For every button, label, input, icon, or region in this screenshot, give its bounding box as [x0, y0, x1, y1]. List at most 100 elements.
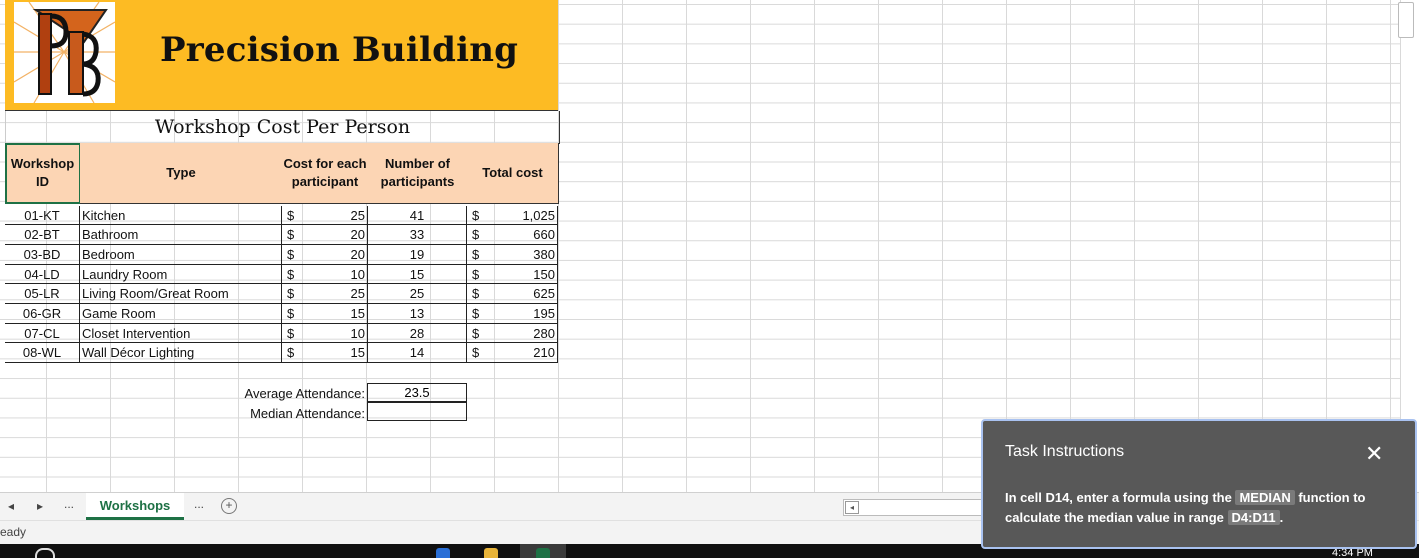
currency-symbol: $ — [472, 345, 480, 361]
cell-type[interactable]: Laundry Room — [80, 264, 282, 285]
cell-cost[interactable]: $15 — [282, 343, 368, 364]
cell-total[interactable]: $1,025 — [467, 205, 558, 226]
cell-participants[interactable]: 14 — [368, 343, 467, 364]
folder-icon[interactable] — [484, 548, 498, 558]
cell-type[interactable]: Game Room — [80, 304, 282, 324]
cell-type[interactable]: Bedroom — [80, 244, 282, 265]
sheet-title[interactable]: Workshop Cost Per Person — [5, 111, 560, 144]
currency-symbol: $ — [287, 266, 295, 282]
cell-cost[interactable]: $20 — [282, 244, 368, 265]
cell-workshop-id[interactable]: 04-LD — [5, 264, 80, 285]
total-value: 660 — [533, 227, 555, 243]
cell-total[interactable]: $625 — [467, 284, 558, 304]
currency-symbol: $ — [287, 345, 295, 361]
cost-value: 10 — [350, 266, 365, 282]
cell-participants[interactable]: 13 — [368, 304, 467, 324]
median-attendance-cell[interactable] — [367, 402, 467, 421]
cost-value: 20 — [350, 227, 365, 243]
task-instructions-panel: Task Instructions ✕ In cell D14, enter a… — [981, 419, 1417, 549]
next-sheet-icon[interactable]: ▸ — [37, 499, 43, 513]
cell-cost[interactable]: $10 — [282, 323, 368, 344]
task-range: D4:D11 — [1227, 510, 1280, 525]
excel-taskbar-button[interactable] — [520, 544, 566, 558]
cell-workshop-id[interactable]: 03-BD — [5, 244, 80, 265]
cell-workshop-id[interactable]: 08-WL — [5, 343, 80, 364]
cell-type[interactable]: Bathroom — [80, 225, 282, 245]
cell-workshop-id[interactable]: 07-CL — [5, 323, 80, 344]
search-icon[interactable] — [35, 548, 55, 558]
cell-workshop-id[interactable]: 06-GR — [5, 304, 80, 324]
total-value: 210 — [533, 345, 555, 361]
currency-symbol: $ — [472, 286, 480, 302]
task-text-3: . — [1279, 510, 1284, 525]
cell-type[interactable]: Kitchen — [80, 205, 282, 226]
cell-cost[interactable]: $25 — [282, 205, 368, 226]
task-text-1: In cell D14, enter a formula using the — [1005, 490, 1236, 505]
cell-participants[interactable]: 28 — [368, 323, 467, 344]
cell-cost[interactable]: $20 — [282, 225, 368, 245]
currency-symbol: $ — [472, 266, 480, 282]
average-attendance-cell[interactable]: 23.5 — [367, 383, 467, 402]
header-type[interactable]: Type — [80, 143, 283, 204]
horizontal-scrollbar[interactable]: ◂ — [843, 499, 985, 516]
scroll-left-icon[interactable]: ◂ — [845, 501, 859, 514]
close-icon[interactable]: ✕ — [1365, 441, 1383, 467]
more-sheets-left-button[interactable]: ... — [64, 497, 74, 511]
currency-symbol: $ — [472, 246, 480, 262]
cell-total[interactable]: $150 — [467, 264, 558, 285]
currency-symbol: $ — [287, 246, 295, 262]
cost-value: 25 — [350, 286, 365, 302]
task-body: In cell D14, enter a formula using the M… — [1005, 488, 1400, 528]
currency-symbol: $ — [472, 325, 480, 341]
cell-cost[interactable]: $10 — [282, 264, 368, 285]
currency-symbol: $ — [472, 207, 480, 223]
cell-participants[interactable]: 33 — [368, 225, 467, 245]
total-value: 380 — [533, 246, 555, 262]
cell-participants[interactable]: 25 — [368, 284, 467, 304]
total-value: 150 — [533, 266, 555, 282]
currency-symbol: $ — [287, 325, 295, 341]
average-attendance-label: Average Attendance: — [244, 386, 365, 401]
cell-total[interactable]: $210 — [467, 343, 558, 364]
currency-symbol: $ — [472, 306, 480, 321]
cell-cost[interactable]: $15 — [282, 304, 368, 324]
header-workshop-id[interactable]: Workshop ID — [5, 143, 81, 204]
prev-sheet-icon[interactable]: ◂ — [8, 499, 14, 513]
cell-total[interactable]: $195 — [467, 304, 558, 324]
cell-type[interactable]: Living Room/Great Room — [80, 284, 282, 304]
header-total[interactable]: Total cost — [467, 143, 559, 204]
cost-value: 10 — [350, 325, 365, 341]
task-function-name: MEDIAN — [1235, 490, 1295, 505]
more-sheets-right-button[interactable]: ... — [194, 497, 204, 511]
cost-value: 15 — [350, 306, 365, 321]
company-name: Precision Building — [160, 30, 519, 70]
currency-symbol: $ — [472, 227, 480, 243]
task-title: Task Instructions — [1005, 443, 1125, 460]
sheet-tab-workshops[interactable]: Workshops — [86, 493, 184, 520]
cell-workshop-id[interactable]: 05-LR — [5, 284, 80, 304]
cell-cost[interactable]: $25 — [282, 284, 368, 304]
cell-participants[interactable]: 41 — [368, 205, 467, 226]
cell-participants[interactable]: 19 — [368, 244, 467, 265]
total-value: 195 — [533, 306, 555, 321]
header-participants[interactable]: Number of participants — [368, 143, 468, 204]
cell-total[interactable]: $280 — [467, 323, 558, 344]
cell-total[interactable]: $380 — [467, 244, 558, 265]
edge-icon[interactable] — [436, 548, 450, 558]
cell-total[interactable]: $660 — [467, 225, 558, 245]
cell-workshop-id[interactable]: 02-BT — [5, 225, 80, 245]
vertical-scroll-thumb[interactable] — [1398, 2, 1414, 38]
cell-type[interactable]: Closet Intervention — [80, 323, 282, 344]
cost-value: 25 — [350, 207, 365, 223]
add-sheet-icon[interactable]: + — [221, 498, 237, 514]
header-cost[interactable]: Cost for each participant — [282, 143, 369, 204]
cell-type[interactable]: Wall Décor Lighting — [80, 343, 282, 364]
company-logo — [14, 2, 115, 103]
cell-workshop-id[interactable]: 01-KT — [5, 205, 80, 226]
company-banner: Precision Building — [5, 0, 558, 111]
currency-symbol: $ — [287, 306, 295, 321]
cell-participants[interactable]: 15 — [368, 264, 467, 285]
currency-symbol: $ — [287, 286, 295, 302]
total-value: 1,025 — [522, 207, 555, 223]
currency-symbol: $ — [287, 227, 295, 243]
